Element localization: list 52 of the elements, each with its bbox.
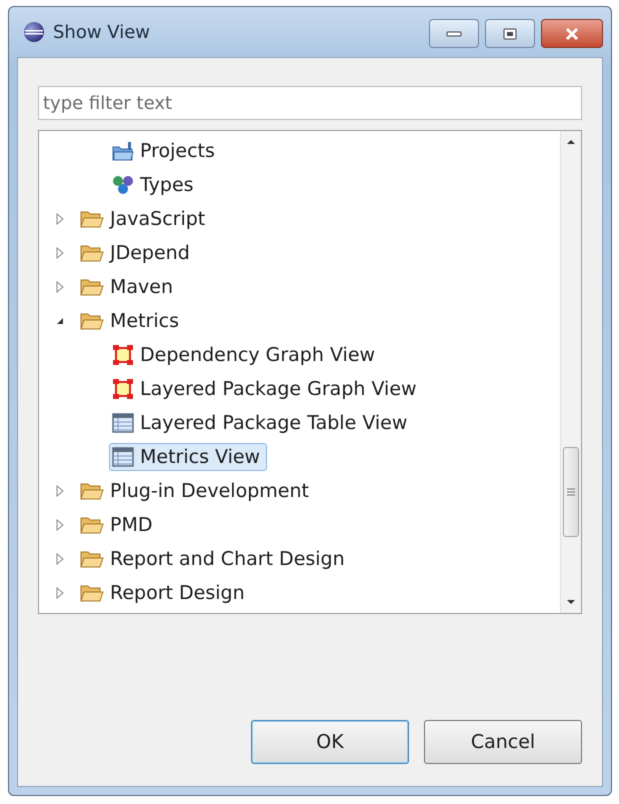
scroll-thumb[interactable] — [563, 447, 579, 537]
expand-arrow-icon[interactable] — [55, 485, 65, 497]
circles-icon — [112, 175, 134, 195]
cancel-button[interactable]: Cancel — [424, 720, 582, 764]
collapse-arrow-icon[interactable] — [55, 316, 65, 326]
scrollbar[interactable] — [560, 131, 581, 613]
tree-item[interactable]: Metrics View — [109, 443, 268, 471]
maximize-icon — [503, 28, 517, 40]
folder-icon — [80, 583, 104, 603]
expand-arrow-icon[interactable] — [55, 247, 65, 259]
grip-icon — [567, 488, 575, 496]
expand-arrow-icon[interactable] — [55, 553, 65, 565]
folder-icon — [80, 481, 104, 501]
expand-arrow-icon[interactable] — [55, 587, 65, 599]
tree-item[interactable]: Projects — [109, 137, 222, 165]
tree-item[interactable]: Plug-in Development — [77, 477, 316, 505]
maximize-button[interactable] — [485, 19, 535, 48]
expand-arrow-icon[interactable] — [55, 519, 65, 531]
tree-item[interactable]: JavaScript — [77, 205, 212, 233]
tree-item[interactable]: Report and Chart Design — [77, 545, 352, 573]
eclipse-logo-icon — [23, 21, 45, 43]
minimize-icon — [446, 30, 462, 36]
tree-item[interactable]: PMD — [77, 511, 160, 539]
window-title: Show View — [53, 22, 150, 42]
folder-icon — [80, 311, 104, 331]
folder-icon — [80, 277, 104, 297]
tree-item[interactable]: Report Design — [77, 579, 252, 607]
tree-item[interactable]: Layered Package Table View — [109, 409, 414, 437]
close-button[interactable] — [541, 19, 603, 48]
close-icon — [564, 26, 580, 40]
tree-item[interactable]: Types — [109, 171, 201, 199]
folder-icon — [80, 515, 104, 535]
tree-item[interactable]: JDepend — [77, 239, 197, 267]
graph-view-icon — [112, 344, 134, 366]
filter-field[interactable]: type filter text — [38, 86, 582, 120]
table-icon — [112, 447, 134, 467]
table-icon — [112, 413, 134, 433]
tree-item[interactable]: Metrics — [77, 307, 186, 335]
folder-icon — [80, 243, 104, 263]
ok-button[interactable]: OK — [251, 720, 409, 764]
tree-item[interactable]: Dependency Graph View — [109, 341, 382, 369]
folder-icon — [112, 141, 134, 161]
graph-view-icon — [112, 378, 134, 400]
minimize-button[interactable] — [429, 19, 479, 48]
expand-arrow-icon[interactable] — [55, 213, 65, 225]
scroll-down-icon[interactable] — [566, 599, 576, 605]
scroll-up-icon[interactable] — [566, 139, 576, 145]
folder-icon — [80, 549, 104, 569]
tree-item[interactable]: Layered Package Graph View — [109, 375, 424, 403]
tree-item[interactable]: Maven — [77, 273, 180, 301]
expand-arrow-icon[interactable] — [55, 281, 65, 293]
folder-icon — [80, 209, 104, 229]
